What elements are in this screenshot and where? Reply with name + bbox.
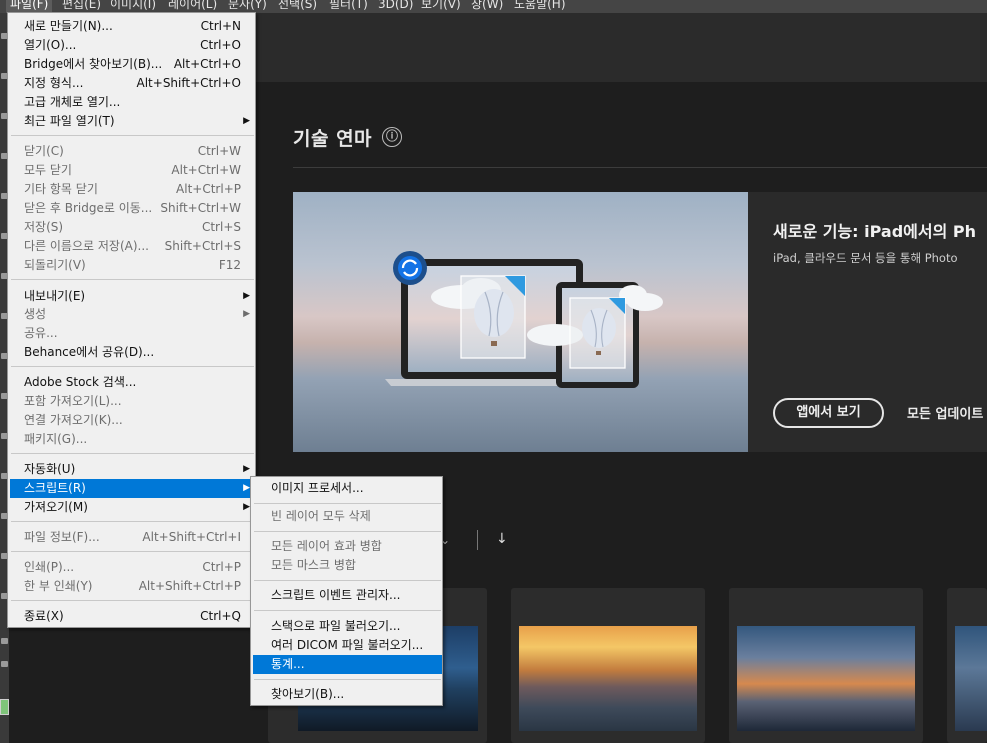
menu-item-browse-in-bridge[interactable]: Bridge에서 찾아보기(B)... Alt+Ctrl+O — [10, 55, 255, 74]
menu-item-scripts[interactable]: 스크립트(R) ▶ — [10, 479, 255, 498]
menu-separator — [11, 521, 254, 522]
menu-item-browse[interactable]: 찾아보기(B)... — [253, 685, 442, 704]
submenu-arrow-icon: ▶ — [243, 464, 250, 474]
recent-file-card[interactable] — [511, 588, 705, 743]
menu-help[interactable]: 도움말(H) — [514, 0, 566, 13]
menu-item-revert[interactable]: 되돌리기(V) F12 — [10, 256, 255, 275]
menu-item-close-go-bridge[interactable]: 닫은 후 Bridge로 이동... Shift+Ctrl+W — [10, 199, 255, 218]
menu-item-open-as[interactable]: 지정 형식... Alt+Shift+Ctrl+O — [10, 74, 255, 93]
menu-separator — [11, 551, 254, 552]
submenu-arrow-icon: ▶ — [243, 502, 250, 512]
menu-separator — [254, 679, 441, 680]
menu-item-exit[interactable]: 종료(X) Ctrl+Q — [10, 607, 255, 626]
menu-item-close-others[interactable]: 기타 항목 닫기 Alt+Ctrl+P — [10, 180, 255, 199]
submenu-arrow-icon: ▶ — [243, 309, 250, 319]
menu-separator — [254, 610, 441, 611]
submenu-arrow-icon: ▶ — [243, 116, 250, 126]
menu-item-statistics[interactable]: 통계... — [253, 655, 442, 674]
menu-separator — [254, 531, 441, 532]
file-menu: 새로 만들기(N)... Ctrl+N 열기(O)... Ctrl+O Bridge… — [7, 12, 256, 628]
menu-item-export[interactable]: 내보내기(E) ▶ — [10, 287, 255, 306]
menu-item-import[interactable]: 가져오기(M) ▶ — [10, 498, 255, 517]
menu-item-automate[interactable]: 자동화(U) ▶ — [10, 460, 255, 479]
recent-file-thumbnail — [519, 626, 697, 731]
menu-separator — [254, 580, 441, 581]
foreground-color-swatch[interactable] — [0, 699, 9, 715]
menu-item-open-smart-object[interactable]: 고급 개체로 열기... — [10, 93, 255, 112]
menu-view[interactable]: 보기(V) — [421, 0, 461, 13]
ipad-laptop-illustration — [385, 251, 663, 388]
menu-item-share-behance[interactable]: Behance에서 공유(D)... — [10, 343, 255, 362]
all-updates-link[interactable]: 모든 업데이트 — [907, 403, 983, 422]
view-in-app-button[interactable]: 앱에서 보기 — [773, 398, 884, 428]
section-title: 기술 연마 — [293, 128, 373, 150]
recent-file-card[interactable] — [729, 588, 923, 743]
menu-item-file-info[interactable]: 파일 정보(F)... Alt+Shift+Ctrl+I — [10, 528, 255, 547]
recent-file-card[interactable] — [947, 588, 987, 743]
info-icon[interactable]: ⓘ — [382, 127, 402, 147]
menu-item-flatten-layer-effects[interactable]: 모든 레이어 효과 병합 — [253, 537, 442, 556]
sort-arrow-down-icon[interactable]: ↓ — [496, 531, 508, 547]
sort-divider — [477, 530, 478, 550]
section-divider — [293, 167, 987, 168]
menu-item-save-as[interactable]: 다른 이름으로 저장(A)... Shift+Ctrl+S — [10, 237, 255, 256]
menu-separator — [11, 453, 254, 454]
menu-item-load-files-into-stack[interactable]: 스택으로 파일 불러오기... — [253, 617, 442, 636]
menu-select[interactable]: 선택(S) — [278, 0, 317, 13]
feature-card-description: iPad, 클라우드 문서 등을 통해 Photo — [773, 251, 958, 265]
menu-filter[interactable]: 필터(T) — [329, 0, 368, 13]
menu-separator — [11, 600, 254, 601]
zoom-tool-icon[interactable] — [1, 661, 8, 667]
menu-item-search-adobe-stock[interactable]: Adobe Stock 검색... — [10, 373, 255, 392]
menu-item-delete-empty-layers[interactable]: 빈 레이어 모두 삭제 — [253, 507, 442, 526]
menu-item-place-embedded[interactable]: 포함 가져오기(L)... — [10, 392, 255, 411]
menu-item-print-one-copy[interactable]: 한 부 인쇄(Y) Alt+Shift+Ctrl+P — [10, 577, 255, 596]
feature-card[interactable]: 새로운 기능: iPad에서의 Ph iPad, 클라우드 문서 등을 통해 P… — [293, 192, 987, 452]
menu-separator — [11, 279, 254, 280]
menu-item-open[interactable]: 열기(O)... Ctrl+O — [10, 36, 255, 55]
menu-item-close[interactable]: 닫기(C) Ctrl+W — [10, 142, 255, 161]
menu-item-share[interactable]: 공유... — [10, 324, 255, 343]
menu-item-print[interactable]: 인쇄(P)... Ctrl+P — [10, 558, 255, 577]
recent-file-thumbnail — [737, 626, 915, 731]
menu-item-open-recent[interactable]: 최근 파일 열기(T) ▶ — [10, 112, 255, 131]
scripts-submenu: 이미지 프로세서... 빈 레이어 모두 삭제 모든 레이어 효과 병합 모든 … — [250, 476, 443, 706]
menu-item-save[interactable]: 저장(S) Ctrl+S — [10, 218, 255, 237]
menu-separator — [11, 366, 254, 367]
recent-file-thumbnail — [955, 626, 987, 731]
submenu-arrow-icon: ▶ — [243, 483, 250, 493]
menu-item-place-linked[interactable]: 연결 가져오기(K)... — [10, 411, 255, 430]
menu-item-flatten-masks[interactable]: 모든 마스크 병합 — [253, 556, 442, 575]
feature-illustration — [293, 192, 748, 452]
menu-item-script-events-manager[interactable]: 스크립트 이벤트 관리자... — [253, 586, 442, 605]
submenu-arrow-icon: ▶ — [243, 291, 250, 301]
menu-item-image-processor[interactable]: 이미지 프로세서... — [253, 479, 442, 498]
feature-card-title: 새로운 기능: iPad에서의 Ph — [773, 222, 977, 241]
menu-item-generate[interactable]: 생성 ▶ — [10, 305, 255, 324]
menu-item-close-all[interactable]: 모두 닫기 Alt+Ctrl+W — [10, 161, 255, 180]
menu-separator — [11, 135, 254, 136]
hand-tool-icon[interactable] — [1, 638, 8, 644]
menu-item-package[interactable]: 패키지(G)... — [10, 430, 255, 449]
menu-item-load-dicom-files[interactable]: 여러 DICOM 파일 불러오기... — [253, 636, 442, 655]
menu-separator — [254, 503, 441, 504]
menu-item-new[interactable]: 새로 만들기(N)... Ctrl+N — [10, 17, 255, 36]
menu-window[interactable]: 창(W) — [471, 0, 503, 13]
menu-3d[interactable]: 3D(D) — [378, 0, 413, 13]
